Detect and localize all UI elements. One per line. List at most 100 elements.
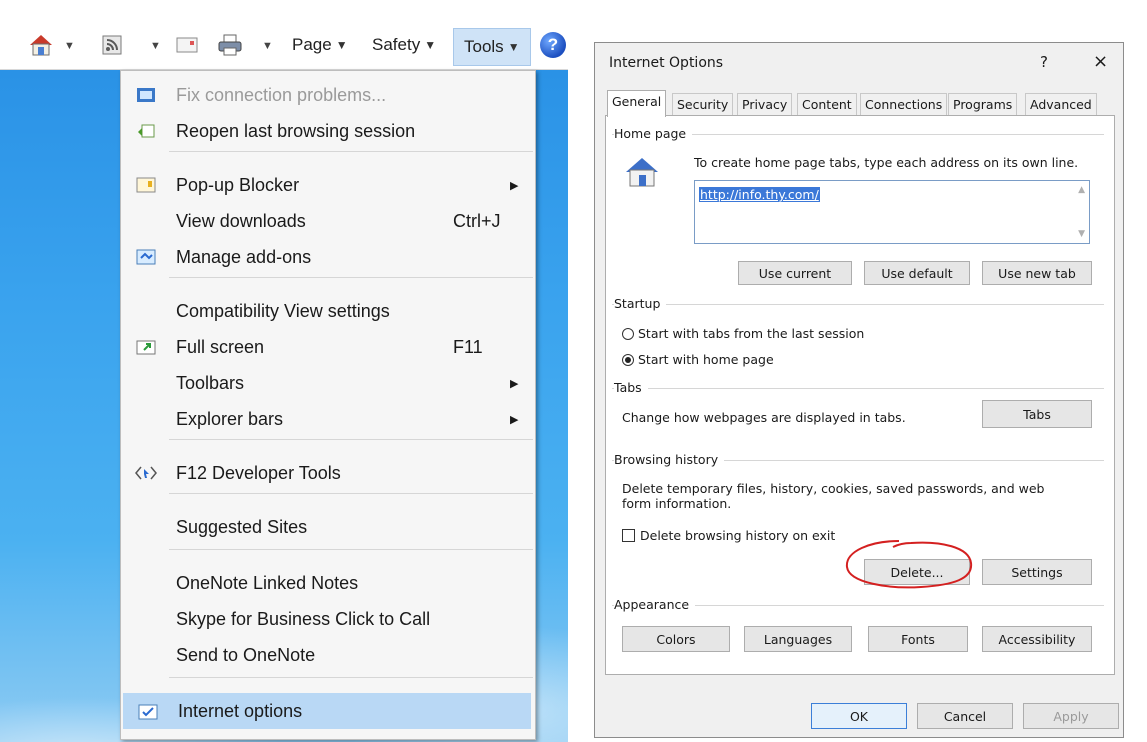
group-divider (612, 388, 1104, 389)
menu-item-onenote-linked-notes[interactable]: OneNote Linked Notes (121, 565, 535, 601)
home-page-url: http://info.thy.com/ (699, 187, 820, 202)
feeds-icon[interactable] (102, 30, 128, 60)
tab-general[interactable]: General (607, 90, 667, 117)
delete-history-on-exit-checkbox[interactable] (622, 529, 635, 542)
textarea-scrollbar[interactable]: ▲ ▼ (1073, 183, 1087, 241)
apply-button[interactable]: Apply (1023, 703, 1119, 729)
menu-separator (169, 493, 533, 494)
page-menu-label: Page (292, 35, 332, 54)
help-glyph: ? (547, 35, 559, 54)
menu-item-label: View downloads (176, 210, 306, 231)
menu-item-f12-developer-tools[interactable]: F12 Developer Tools (121, 455, 535, 491)
tab-connections[interactable]: Connections (860, 93, 948, 116)
menu-item-label: OneNote Linked Notes (176, 572, 359, 593)
home-icon[interactable] (28, 30, 58, 60)
colors-button[interactable]: Colors (622, 626, 730, 652)
dialog-close-button[interactable]: × (1093, 51, 1108, 72)
safety-menu-label: Safety (372, 35, 421, 54)
delete-history-on-exit-label[interactable]: Delete browsing history on exit (640, 528, 835, 543)
menu-item-label: Suggested Sites (176, 516, 308, 537)
popup-blocker-icon (135, 175, 157, 195)
menu-item-label: Compatibility View settings (176, 300, 390, 321)
tabs-settings-button[interactable]: Tabs (982, 400, 1092, 428)
accessibility-button[interactable]: Accessibility (982, 626, 1092, 652)
use-default-button[interactable]: Use default (864, 261, 970, 285)
print-dropdown-icon[interactable]: ▼ (262, 40, 273, 52)
menu-item-label: Pop-up Blocker (176, 174, 300, 195)
startup-home-page-label[interactable]: Start with home page (638, 352, 774, 367)
delete-history-button[interactable]: Delete... (864, 559, 970, 585)
home-dropdown-icon[interactable]: ▼ (64, 40, 75, 52)
menu-item-toolbars[interactable]: Toolbars ▶ (121, 365, 535, 401)
feeds-dropdown-icon[interactable]: ▼ (150, 40, 161, 52)
home-page-textarea[interactable]: http://info.thy.com/ ▲ ▼ (694, 180, 1090, 244)
dialog-help-button[interactable]: ? (1040, 53, 1048, 71)
menu-item-explorer-bars[interactable]: Explorer bars ▶ (121, 401, 535, 437)
print-icon[interactable] (218, 30, 246, 60)
menu-separator (169, 677, 533, 678)
scroll-down-icon[interactable]: ▼ (1078, 229, 1085, 239)
startup-last-session-label[interactable]: Start with tabs from the last session (638, 326, 864, 341)
chevron-down-icon: ▼ (424, 38, 437, 52)
menu-item-full-screen[interactable]: Full screen F11 (121, 329, 535, 365)
history-settings-button[interactable]: Settings (982, 559, 1092, 585)
menu-item-label: Manage add-ons (176, 246, 312, 267)
submenu-arrow-icon: ▶ (510, 179, 519, 192)
dialog-title: Internet Options (609, 55, 724, 71)
home-page-group-label: Home page (614, 126, 693, 141)
submenu-arrow-icon: ▶ (510, 413, 519, 426)
general-tab-panel: Home page To create home page tabs, type… (605, 115, 1115, 675)
mail-icon[interactable] (176, 30, 202, 60)
home-page-instruction: To create home page tabs, type each addr… (694, 155, 1079, 170)
browsing-history-group-label: Browsing history (614, 452, 725, 467)
developer-tools-icon (135, 463, 157, 483)
fonts-button[interactable]: Fonts (868, 626, 968, 652)
menu-item-label: Skype for Business Click to Call (176, 608, 431, 629)
menu-item-label: Full screen (176, 336, 265, 357)
menu-item-internet-options[interactable]: Internet options (123, 693, 531, 729)
menu-item-send-to-onenote[interactable]: Send to OneNote (121, 637, 535, 673)
menu-item-manage-add-ons[interactable]: Manage add-ons (121, 239, 535, 275)
fullscreen-icon (135, 337, 157, 357)
use-new-tab-button[interactable]: Use new tab (982, 261, 1092, 285)
languages-button[interactable]: Languages (744, 626, 852, 652)
use-current-button[interactable]: Use current (738, 261, 852, 285)
menu-item-label: Toolbars (176, 372, 245, 393)
tab-security[interactable]: Security (672, 93, 734, 116)
ok-button[interactable]: OK (811, 703, 907, 729)
cancel-button[interactable]: Cancel (917, 703, 1013, 729)
tab-advanced[interactable]: Advanced (1025, 93, 1097, 116)
menu-item-suggested-sites[interactable]: Suggested Sites (121, 509, 535, 545)
safety-menu[interactable]: Safety ▼ (372, 30, 436, 60)
menu-item-compatibility-view-settings[interactable]: Compatibility View settings (121, 293, 535, 329)
browsing-history-description-line2: form information. (622, 496, 732, 511)
scroll-up-icon[interactable]: ▲ (1078, 185, 1085, 195)
browsing-history-description-line1: Delete temporary files, history, cookies… (622, 481, 1045, 496)
ie-browser-window: ▼ ▼ ▼ Page ▼ Safety ▼ Tools ▼ ? Fix connect… (0, 0, 568, 742)
menu-item-shortcut: Ctrl+J (453, 210, 501, 231)
menu-item-pop-up-blocker[interactable]: Pop-up Blocker ▶ (121, 167, 535, 203)
tab-privacy[interactable]: Privacy (737, 93, 793, 116)
menu-item-label: Fix connection problems... (176, 84, 387, 105)
menu-separator (169, 439, 533, 440)
internet-options-dialog: Internet Options ? × General Security Pr… (594, 42, 1124, 738)
menu-item-skype-for-business-click-to-call[interactable]: Skype for Business Click to Call (121, 601, 535, 637)
group-divider (612, 304, 1104, 305)
page-menu[interactable]: Page ▼ (292, 30, 348, 60)
menu-item-label: Reopen last browsing session (176, 120, 416, 141)
menu-item-fix-connection-problems[interactable]: Fix connection problems... (121, 77, 535, 113)
help-icon[interactable]: ? (540, 32, 566, 58)
menu-item-reopen-last-browsing-session[interactable]: Reopen last browsing session (121, 113, 535, 149)
startup-home-page-radio[interactable] (622, 354, 634, 366)
tools-menu-button[interactable]: Tools ▼ (453, 28, 531, 66)
tools-dropdown-menu: Fix connection problems... Reopen last br… (120, 70, 536, 740)
tab-programs[interactable]: Programs (948, 93, 1018, 116)
tools-menu-label: Tools (464, 37, 504, 56)
tab-content[interactable]: Content (797, 93, 857, 116)
internet-options-icon (137, 701, 159, 721)
startup-last-session-radio[interactable] (622, 328, 634, 340)
reopen-session-icon (135, 121, 157, 141)
menu-item-view-downloads[interactable]: View downloads Ctrl+J (121, 203, 535, 239)
menu-item-label: Internet options (178, 700, 303, 721)
tabs-description: Change how webpages are displayed in tab… (622, 410, 906, 425)
